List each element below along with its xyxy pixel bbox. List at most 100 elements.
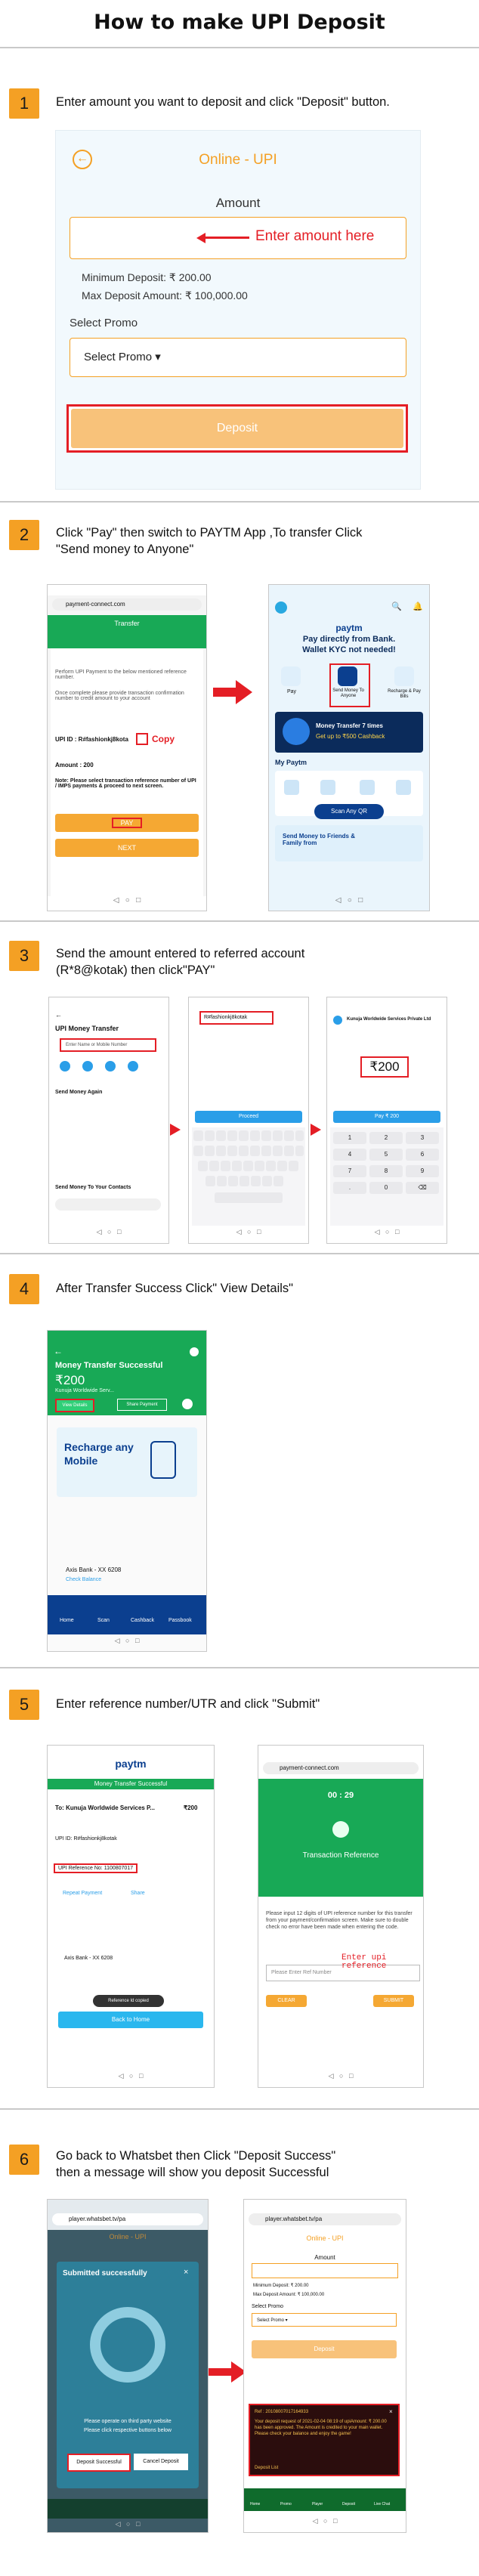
screen-header: Online - UPI: [199, 152, 277, 168]
screen-header: Online - UPI: [109, 2233, 147, 2240]
nav-home[interactable]: Home: [250, 2502, 260, 2506]
reference-number[interactable]: UPI Reference No: 1100807017: [54, 1863, 138, 1873]
url-bar[interactable]: payment-connect.com: [52, 598, 202, 611]
url-bar[interactable]: player.whatsbet.tv/pa: [52, 2213, 203, 2225]
paid-to: Kunuja Worldwide Serv...: [55, 1388, 114, 1393]
payee-to: To: Kunuja Worldwide Services P...: [55, 1804, 156, 1811]
hint-arrow: [204, 237, 249, 239]
screen-header: Online - UPI: [306, 2234, 344, 2242]
promo-banner[interactable]: Money Transfer 7 times Get up to ₹500 Ca…: [275, 712, 423, 753]
promo-select[interactable]: Select Promo ▾: [252, 2313, 397, 2327]
recharge-banner[interactable]: Recharge any Mobile: [57, 1427, 197, 1497]
pay-now-button[interactable]: Pay ₹ 200: [333, 1111, 440, 1123]
deposit-list-link[interactable]: Deposit List: [255, 2466, 278, 2470]
step-text: Go back to Whatsbet then Click "Deposit …: [56, 2149, 336, 2163]
close-icon[interactable]: ×: [389, 2408, 393, 2415]
step-number: 2: [9, 520, 39, 550]
nav-promo[interactable]: Promo: [280, 2502, 292, 2506]
phone-whatsbet-modal: player.whatsbet.tv/pa Online - UPI Submi…: [47, 2199, 209, 2533]
deposit-successful-button[interactable]: Deposit Successful: [67, 2454, 131, 2472]
pay-amount-field[interactable]: ₹200: [360, 1056, 409, 1078]
send-again-heading: Send Money Again: [55, 1090, 103, 1095]
url-bar[interactable]: player.whatsbet.tv/pa: [249, 2213, 401, 2225]
modal-text-2: Please click respective buttons below: [84, 2428, 172, 2433]
page-title: How to make UPI Deposit: [94, 11, 385, 34]
message-ref: Ref : 20108007017164933: [255, 2410, 309, 2414]
close-icon[interactable]: ×: [184, 2268, 188, 2277]
pay-button[interactable]: PAY: [55, 814, 199, 832]
success-amount: ₹200: [55, 1373, 85, 1387]
submitted-modal: Submitted successfully × Please operate …: [57, 2262, 199, 2488]
promo-select-value: Select Promo ▾: [84, 351, 161, 363]
check-icon: [332, 1821, 349, 1838]
back-arrow-icon[interactable]: ←: [54, 1346, 63, 1356]
search-icon[interactable]: 🔍: [391, 601, 402, 611]
promo-select[interactable]: Select Promo ▾: [70, 338, 406, 377]
min-deposit: Minimum Deposit: ₹ 200.00: [253, 2284, 309, 2288]
success-message: Ref : 20108007017164933 × Your deposit r…: [249, 2404, 400, 2476]
submit-button[interactable]: SUBMIT: [373, 1995, 414, 2007]
upi-id-field[interactable]: R#fashionkj8kotak: [199, 1011, 273, 1025]
share-payment-button[interactable]: Share Payment: [117, 1399, 167, 1411]
transfer-header: Transfer: [48, 615, 206, 648]
share-link[interactable]: Share: [131, 1891, 145, 1896]
amount-input[interactable]: [252, 2263, 398, 2278]
pay-icon[interactable]: [281, 666, 301, 686]
select-promo-label: Select Promo: [252, 2304, 284, 2309]
recharge-icon[interactable]: [394, 666, 414, 686]
scan-qr-button[interactable]: Scan Any QR: [314, 804, 384, 819]
step-text: Send the amount entered to referred acco…: [56, 947, 305, 960]
url-bar[interactable]: payment-connect.com: [263, 1762, 419, 1774]
countdown-timer: 00 : 29: [327, 1791, 354, 1800]
message-text: Your deposit request of 2021-02-04 08:19…: [255, 2420, 387, 2436]
nav-scan[interactable]: Scan: [97, 1618, 110, 1623]
step-number: 4: [9, 1274, 39, 1304]
deposit-button[interactable]: Deposit: [71, 409, 403, 448]
back-to-home-button[interactable]: Back to Home: [58, 2012, 203, 2028]
receipt-amount: ₹200: [184, 1804, 198, 1811]
nav-home[interactable]: Home: [60, 1618, 74, 1623]
instructions-2: Once complete please provide transaction…: [55, 691, 184, 701]
nav-passbook[interactable]: Passbook: [168, 1618, 192, 1623]
paytm-logo: paytm: [335, 623, 363, 633]
next-button[interactable]: NEXT: [55, 839, 199, 857]
nav-live-chat[interactable]: Live Chat: [374, 2502, 390, 2506]
copy-label: Copy: [152, 734, 175, 744]
modal-title: Submitted successfully: [63, 2269, 147, 2278]
divider: [0, 1253, 479, 1254]
cancel-deposit-button[interactable]: Cancel Deposit: [134, 2454, 188, 2470]
nav-deposit[interactable]: Deposit: [342, 2502, 355, 2506]
back-arrow-icon[interactable]: ←: [55, 1011, 62, 1019]
numeric-keypad[interactable]: 1 2 3 4 5 6 7 8 9 . 0 ⌫: [330, 1127, 443, 1226]
amount-label: Amount: [314, 2254, 335, 2261]
send-money-label: Send Money To Anyone: [332, 688, 364, 698]
recharge-text-1: Recharge any: [64, 1441, 134, 1453]
view-details-button[interactable]: View Details: [55, 1399, 94, 1412]
handwritten-annotation: Enter upi reference: [341, 1953, 387, 1971]
repeat-payment-link[interactable]: Repeat Payment: [63, 1891, 102, 1896]
name-mobile-field[interactable]: Enter Name or Mobile Number: [60, 1038, 156, 1052]
nav-player[interactable]: Player: [312, 2502, 323, 2506]
proceed-button[interactable]: Proceed: [195, 1111, 302, 1123]
keyboard[interactable]: [192, 1127, 305, 1226]
instructions-1: Perform UPI Payment to the below mention…: [55, 670, 187, 680]
deposit-button[interactable]: Deposit: [252, 2340, 397, 2358]
contacts-heading: Send Money To Your Contacts: [55, 1185, 131, 1190]
min-deposit: Minimum Deposit: ₹ 200.00: [82, 271, 212, 283]
phone-upi-entry: R#fashionkj8kotak Proceed ◁ ○ □: [188, 997, 309, 1244]
receipt-upi-id: UPI ID: R#fashionkj8kotak: [55, 1836, 117, 1842]
send-friends-card[interactable]: Send Money to Friends & Family from: [275, 825, 423, 861]
bottom-nav: [48, 2499, 208, 2519]
check-balance-link[interactable]: Check Balance: [66, 1577, 101, 1582]
nav-cashback[interactable]: Cashback: [131, 1618, 154, 1623]
transaction-reference-title: Transaction Reference: [302, 1851, 379, 1860]
step-text: After Transfer Success Click" View Detai…: [56, 1282, 294, 1295]
share-icon[interactable]: [182, 1399, 193, 1409]
note-text: Note: Please select transaction referenc…: [55, 778, 196, 789]
copy-icon[interactable]: [136, 733, 148, 745]
divider: [0, 47, 479, 48]
notification-icon[interactable]: 🔔: [413, 601, 423, 611]
clear-button[interactable]: CLEAR: [266, 1995, 307, 2007]
send-money-icon[interactable]: [338, 666, 357, 686]
avatar[interactable]: [275, 601, 287, 614]
